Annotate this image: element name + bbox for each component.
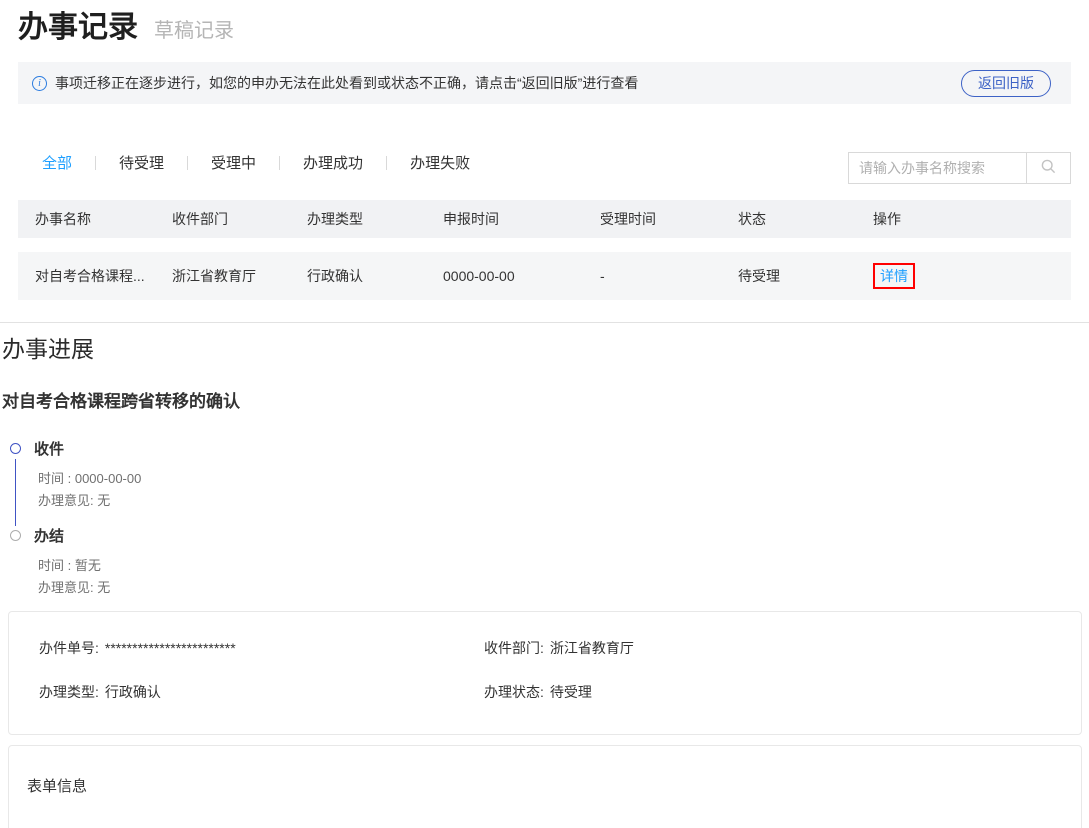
timeline-step-complete: 办结 时间 : 暂无 办理意见: 无 bbox=[10, 529, 1089, 599]
draft-records-link[interactable]: 草稿记录 bbox=[154, 14, 234, 43]
col-header-apply-time: 申报时间 bbox=[443, 209, 600, 229]
table-row: 对自考合格课程... 浙江省教育厅 行政确认 0000-00-00 - 待受理 … bbox=[18, 252, 1071, 300]
progress-detail-section: 办事进展 对自考合格课程跨省转移的确认 收件 时间 : 0000-00-00 办… bbox=[0, 322, 1089, 828]
step-label: 办结 bbox=[34, 529, 1089, 544]
table-header-row: 办事名称 收件部门 办理类型 申报时间 受理时间 状态 操作 bbox=[18, 200, 1071, 238]
timeline-step-receive: 收件 时间 : 0000-00-00 办理意见: 无 bbox=[10, 442, 1089, 529]
records-list-section: 办事记录 草稿记录 i 事项迁移正在逐步进行，如您的申办无法在此处看到或状态不正… bbox=[0, 0, 1089, 300]
summary-order-number: 办件单号: ************************ bbox=[39, 638, 484, 658]
case-summary-card: 办件单号: ************************ 收件部门: 浙江省教育… bbox=[8, 611, 1082, 735]
info-icon: i bbox=[32, 76, 47, 91]
page-title: 办事记录 bbox=[18, 2, 138, 46]
summary-value: 行政确认 bbox=[105, 684, 161, 700]
summary-type: 办理类型: 行政确认 bbox=[39, 682, 484, 702]
search-input[interactable] bbox=[848, 152, 1026, 184]
summary-label: 办理状态: bbox=[484, 684, 544, 700]
step-dot-icon bbox=[10, 530, 21, 541]
step-details: 时间 : 0000-00-00 办理意见: 无 bbox=[38, 468, 1089, 529]
col-header-department: 收件部门 bbox=[172, 209, 307, 229]
step-label: 收件 bbox=[34, 442, 1089, 457]
status-filter-tabs: 全部 待受理 受理中 办理成功 办理失败 bbox=[18, 144, 470, 173]
col-header-status: 状态 bbox=[738, 209, 873, 229]
form-info-card: 表单信息 学生基本信息 bbox=[8, 745, 1082, 828]
search-box bbox=[848, 152, 1071, 184]
detail-link[interactable]: 详情 bbox=[880, 268, 908, 284]
cell-name: 对自考合格课程... bbox=[35, 266, 172, 286]
title-row: 办事记录 草稿记录 bbox=[18, 0, 1071, 46]
summary-status: 办理状态: 待受理 bbox=[484, 682, 1081, 702]
step-time: 时间 : 0000-00-00 bbox=[38, 468, 1089, 490]
matter-title: 对自考合格课程跨省转移的确认 bbox=[2, 387, 1089, 412]
col-header-accept-time: 受理时间 bbox=[600, 209, 738, 229]
tab-divider bbox=[95, 156, 96, 170]
summary-value: ************************ bbox=[105, 640, 236, 656]
col-header-action: 操作 bbox=[873, 209, 1071, 229]
col-header-name: 办事名称 bbox=[35, 209, 172, 229]
banner-message: i 事项迁移正在逐步进行，如您的申办无法在此处看到或状态不正确，请点击“返回旧版… bbox=[32, 73, 638, 93]
summary-label: 办件单号: bbox=[39, 640, 99, 656]
tab-failed[interactable]: 办理失败 bbox=[410, 152, 470, 173]
tab-divider bbox=[279, 156, 280, 170]
annotation-highlight-box: 详情 bbox=[873, 263, 915, 289]
col-header-type: 办理类型 bbox=[307, 209, 443, 229]
service-records-page: 办事记录 草稿记录 i 事项迁移正在逐步进行，如您的申办无法在此处看到或状态不正… bbox=[0, 0, 1089, 828]
step-time: 时间 : 暂无 bbox=[38, 555, 1089, 577]
tab-pending-acceptance[interactable]: 待受理 bbox=[119, 152, 164, 173]
summary-department: 收件部门: 浙江省教育厅 bbox=[484, 638, 1081, 658]
step-dot-icon bbox=[10, 443, 21, 454]
migration-notice-banner: i 事项迁移正在逐步进行，如您的申办无法在此处看到或状态不正确，请点击“返回旧版… bbox=[18, 62, 1071, 104]
step-opinion: 办理意见: 无 bbox=[38, 490, 1089, 512]
cell-status: 待受理 bbox=[738, 266, 873, 286]
tab-divider bbox=[386, 156, 387, 170]
summary-value: 待受理 bbox=[550, 684, 592, 700]
return-old-version-button[interactable]: 返回旧版 bbox=[961, 70, 1051, 97]
progress-section-title: 办事进展 bbox=[2, 330, 1089, 364]
cell-accept-time: - bbox=[600, 268, 738, 284]
tab-success[interactable]: 办理成功 bbox=[303, 152, 363, 173]
toolbar: 全部 待受理 受理中 办理成功 办理失败 bbox=[18, 144, 1071, 184]
tab-all[interactable]: 全部 bbox=[42, 152, 72, 173]
step-opinion: 办理意见: 无 bbox=[38, 577, 1089, 599]
banner-text: 事项迁移正在逐步进行，如您的申办无法在此处看到或状态不正确，请点击“返回旧版”进… bbox=[55, 73, 638, 93]
step-details: 时间 : 暂无 办理意见: 无 bbox=[38, 555, 1089, 599]
tab-divider bbox=[187, 156, 188, 170]
summary-label: 收件部门: bbox=[484, 640, 544, 656]
form-info-title: 表单信息 bbox=[27, 775, 1081, 796]
tab-accepting[interactable]: 受理中 bbox=[211, 152, 256, 173]
search-icon bbox=[1040, 158, 1057, 178]
summary-label: 办理类型: bbox=[39, 684, 99, 700]
search-button[interactable] bbox=[1026, 152, 1071, 184]
cell-department: 浙江省教育厅 bbox=[172, 266, 307, 286]
summary-value: 浙江省教育厅 bbox=[550, 640, 634, 656]
cell-type: 行政确认 bbox=[307, 266, 443, 286]
cell-apply-time: 0000-00-00 bbox=[443, 268, 600, 284]
records-table: 办事名称 收件部门 办理类型 申报时间 受理时间 状态 操作 对自考合格课程..… bbox=[18, 200, 1071, 300]
progress-timeline: 收件 时间 : 0000-00-00 办理意见: 无 办结 时间 : 暂无 办理… bbox=[10, 442, 1089, 599]
